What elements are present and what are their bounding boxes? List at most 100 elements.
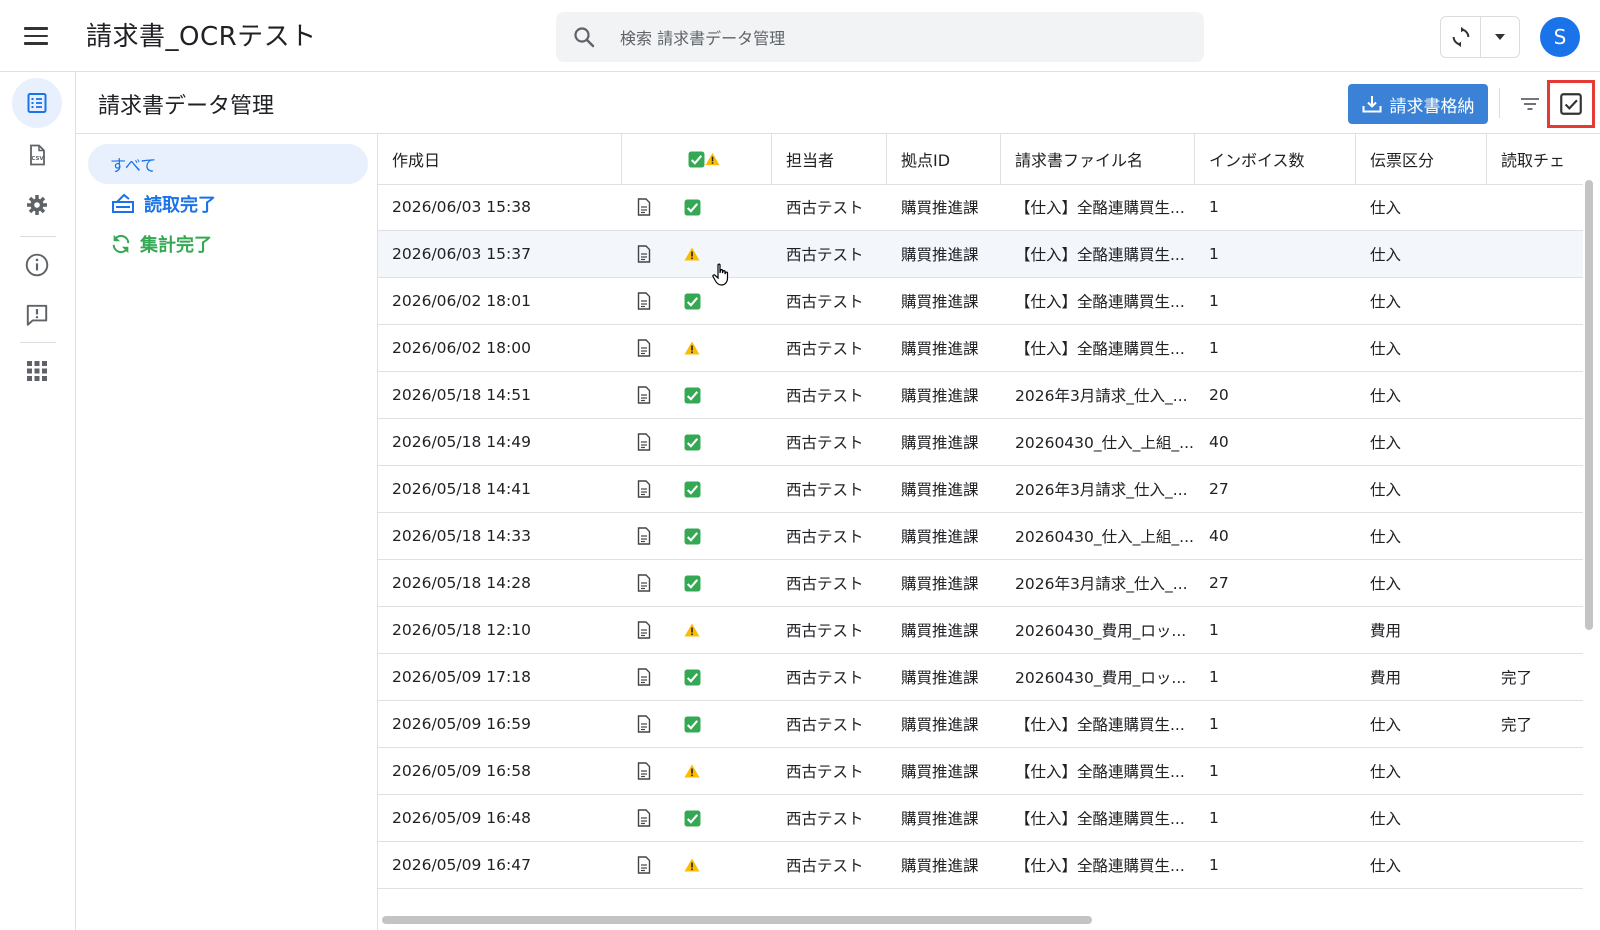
document-icon[interactable]	[636, 748, 656, 794]
document-icon[interactable]	[636, 184, 656, 230]
document-icon[interactable]	[636, 795, 656, 841]
table-row[interactable]: 2026/06/02 18:01 西古テスト 購買推進課 【仕入】全酪連購買生... 1…	[378, 278, 1583, 325]
document-icon[interactable]	[636, 513, 656, 559]
apps-grid-icon[interactable]	[12, 346, 62, 396]
scanner-icon	[112, 193, 134, 213]
col-invoice-count[interactable]: インボイス数	[1195, 134, 1356, 184]
cell-created-date: 2026/05/18 14:51	[392, 386, 531, 404]
col-status[interactable]	[622, 134, 772, 184]
filter-icon[interactable]	[1518, 92, 1542, 116]
col-base-id[interactable]: 拠点ID	[887, 134, 1001, 184]
document-icon[interactable]	[636, 654, 656, 700]
document-icon[interactable]	[636, 278, 656, 324]
menu-icon[interactable]	[18, 18, 54, 54]
cell-slip-type: 仕入	[1370, 810, 1402, 828]
store-invoice-label: 請求書格納	[1389, 96, 1475, 116]
cell-person: 西古テスト	[786, 293, 864, 311]
cell-read-check	[1501, 560, 1581, 606]
cell-slip-type: 費用	[1370, 622, 1402, 640]
table-row[interactable]: 2026/06/02 18:00 西古テスト 購買推進課 【仕入】全酪連購買生... 1…	[378, 325, 1583, 372]
cell-person: 西古テスト	[786, 481, 864, 499]
store-invoice-button[interactable]: 請求書格納	[1348, 84, 1488, 124]
cell-invoice-count: 1	[1209, 668, 1219, 686]
document-icon[interactable]	[636, 372, 656, 418]
cell-read-check	[1501, 419, 1581, 465]
table-row[interactable]: 2026/05/09 17:18 西古テスト 購買推進課 20260430_費用_ロッ…	[378, 654, 1583, 701]
gear-icon[interactable]	[12, 180, 62, 230]
sync-icon[interactable]	[1441, 17, 1482, 57]
cell-base-id: 購買推進課	[901, 481, 979, 499]
cell-created-date: 2026/06/02 18:00	[392, 339, 531, 357]
col-read-check[interactable]: 読取チェ	[1487, 134, 1583, 184]
table-row[interactable]: 2026/05/09 16:47 西古テスト 購買推進課 【仕入】全酪連購買生... 1…	[378, 842, 1583, 889]
cell-person: 西古テスト	[786, 387, 864, 405]
vertical-scrollbar[interactable]	[1585, 180, 1593, 630]
cell-created-date: 2026/06/03 15:38	[392, 198, 531, 216]
table-row[interactable]: 2026/05/18 14:51 西古テスト 購買推進課 2026年3月請求_仕入_.…	[378, 372, 1583, 419]
cell-read-check: 完了	[1501, 669, 1533, 687]
cell-base-id: 購買推進課	[901, 293, 979, 311]
table-row[interactable]: 2026/05/18 14:41 西古テスト 購買推進課 2026年3月請求_仕入_.…	[378, 466, 1583, 513]
table-row[interactable]: 2026/06/03 15:38 西古テスト 購買推進課 【仕入】全酪連購買生... 1…	[378, 184, 1583, 231]
document-icon[interactable]	[636, 325, 656, 371]
csv-file-icon[interactable]: CSV	[12, 130, 62, 180]
page-header: 請求書データ管理 請求書格納	[76, 72, 1600, 134]
cell-read-check	[1501, 513, 1581, 559]
horizontal-scrollbar[interactable]	[382, 916, 1092, 924]
cell-invoice-count: 20	[1209, 386, 1229, 404]
cell-person: 西古テスト	[786, 340, 864, 358]
check-status-icon	[684, 795, 704, 841]
cell-created-date: 2026/05/18 14:33	[392, 527, 531, 545]
col-person[interactable]: 担当者	[772, 134, 887, 184]
table-row[interactable]: 2026/06/03 15:37 西古テスト 購買推進課 【仕入】全酪連購買生... 1…	[378, 231, 1583, 278]
table-row[interactable]: 2026/05/18 12:10 西古テスト 購買推進課 20260430_費用_ロッ…	[378, 607, 1583, 654]
cell-file-name: 2026年3月請求_仕入_...	[1015, 575, 1188, 593]
search-bar[interactable]	[556, 12, 1204, 62]
cell-file-name: 【仕入】全酪連購買生...	[1015, 716, 1185, 734]
checkbox-select-button[interactable]	[1547, 80, 1595, 128]
table-row[interactable]: 2026/05/09 16:48 西古テスト 購買推進課 【仕入】全酪連購買生... 1…	[378, 795, 1583, 842]
col-created-date[interactable]: 作成日	[378, 134, 622, 184]
list-icon[interactable]	[12, 78, 62, 128]
cell-invoice-count: 27	[1209, 480, 1229, 498]
cell-slip-type: 仕入	[1370, 763, 1402, 781]
filter-all[interactable]: すべて	[88, 144, 368, 184]
table-header: 作成日 担当者 拠点ID 請求書ファイル名 インボイス数 伝票区分 読取チェ	[378, 134, 1583, 185]
col-slip-type[interactable]: 伝票区分	[1356, 134, 1487, 184]
avatar[interactable]: S	[1540, 17, 1580, 57]
cell-created-date: 2026/05/18 14:49	[392, 433, 531, 451]
cell-read-check	[1501, 842, 1581, 888]
feedback-icon[interactable]	[12, 290, 62, 340]
search-input[interactable]	[618, 22, 1182, 54]
top-bar: 請求書_OCRテスト S	[0, 0, 1600, 72]
cell-person: 西古テスト	[786, 810, 864, 828]
cell-created-date: 2026/05/18 12:10	[392, 621, 531, 639]
table-row[interactable]: 2026/05/18 14:33 西古テスト 購買推進課 20260430_仕入_上組…	[378, 513, 1583, 560]
table-row[interactable]: 2026/05/18 14:28 西古テスト 購買推進課 2026年3月請求_仕入_.…	[378, 560, 1583, 607]
table-row[interactable]: 2026/05/09 16:59 西古テスト 購買推進課 【仕入】全酪連購買生... 1…	[378, 701, 1583, 748]
cell-base-id: 購買推進課	[901, 246, 979, 264]
table-row[interactable]: 2026/05/18 14:49 西古テスト 購買推進課 20260430_仕入_上組…	[378, 419, 1583, 466]
table-row[interactable]: 2026/05/09 16:58 西古テスト 購買推進課 【仕入】全酪連購買生... 1…	[378, 748, 1583, 795]
filter-read-done[interactable]: 読取完了	[110, 190, 216, 218]
document-icon[interactable]	[636, 419, 656, 465]
document-icon[interactable]	[636, 466, 656, 512]
chevron-down-icon[interactable]	[1481, 17, 1519, 57]
filter-aggregate-done-label: 集計完了	[140, 235, 212, 256]
info-icon[interactable]	[12, 240, 62, 290]
document-icon[interactable]	[636, 231, 656, 277]
col-file-name[interactable]: 請求書ファイル名	[1001, 134, 1195, 184]
document-icon[interactable]	[636, 842, 656, 888]
document-icon[interactable]	[636, 701, 656, 747]
cell-slip-type: 仕入	[1370, 199, 1402, 217]
cell-read-check	[1501, 231, 1581, 277]
cell-person: 西古テスト	[786, 857, 864, 875]
document-icon[interactable]	[636, 607, 656, 653]
cell-base-id: 購買推進課	[901, 199, 979, 217]
filter-aggregate-done[interactable]: 集計完了	[110, 230, 212, 258]
cell-base-id: 購買推進課	[901, 387, 979, 405]
cell-created-date: 2026/05/09 16:47	[392, 856, 531, 874]
cell-invoice-count: 1	[1209, 292, 1219, 310]
refresh-icon	[112, 234, 130, 254]
document-icon[interactable]	[636, 560, 656, 606]
